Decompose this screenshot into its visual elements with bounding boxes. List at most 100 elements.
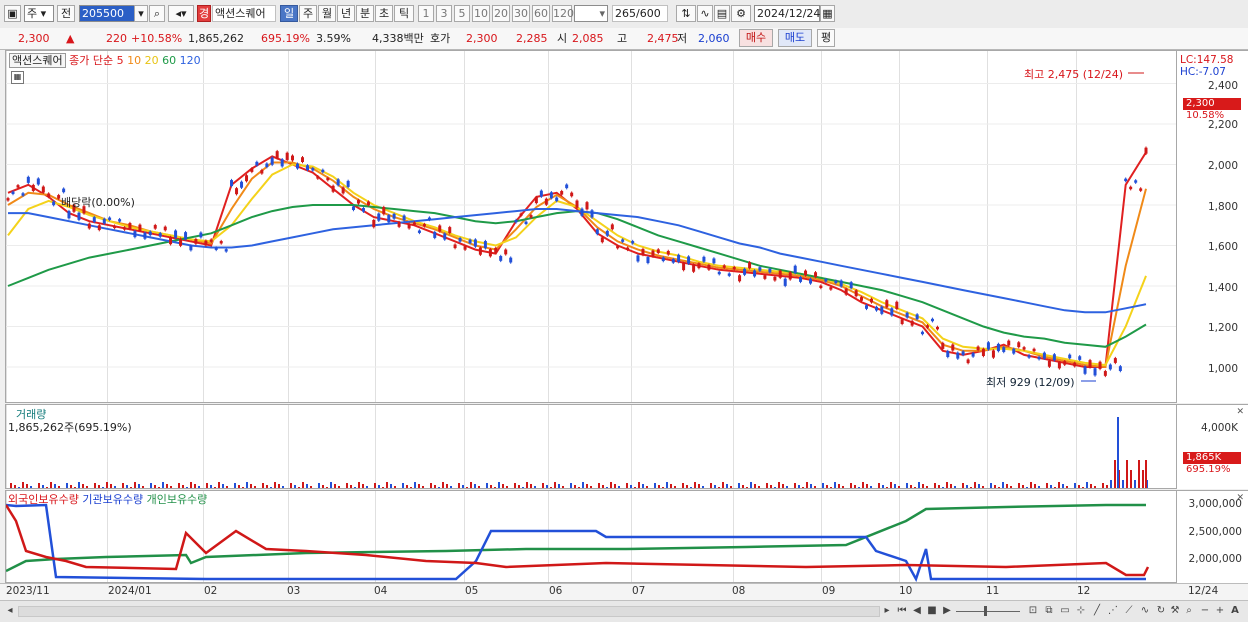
- volume-bar: [654, 483, 656, 488]
- volume-bar: [186, 487, 188, 488]
- zoom-in-icon[interactable]: +: [1213, 603, 1227, 619]
- period-year[interactable]: 년: [337, 5, 355, 22]
- volume-panel[interactable]: 거래량 1,865,262주(695.19%): [5, 404, 1177, 489]
- stock-warning-badge: 경: [197, 5, 211, 22]
- volume-bar: [518, 485, 520, 488]
- volume-bar: [562, 486, 564, 488]
- candle-body: [722, 265, 726, 268]
- zoom-out-icon[interactable]: −: [1198, 603, 1212, 619]
- candle-body: [646, 257, 650, 264]
- stock-name-field[interactable]: 액션스퀘어: [212, 5, 276, 22]
- speed-slider-thumb[interactable]: [984, 606, 987, 616]
- zoom-icon[interactable]: ⌕: [1182, 603, 1196, 619]
- candle-type-icon[interactable]: ⇅: [676, 5, 696, 22]
- count-field[interactable]: 265/600: [612, 5, 668, 22]
- wave-icon[interactable]: ∿: [1138, 603, 1152, 619]
- horizontal-scrollbar[interactable]: [18, 606, 880, 617]
- candle-body: [925, 325, 929, 328]
- candle-body: [321, 169, 325, 173]
- legend-stock-name[interactable]: 액션스퀘어: [9, 53, 66, 68]
- candle-body: [331, 185, 335, 192]
- ma-line-120: [8, 208, 1147, 314]
- volume-bar: [826, 485, 828, 488]
- volume-bar: [162, 482, 164, 488]
- buy-button[interactable]: 매수: [739, 29, 773, 47]
- period-month[interactable]: 월: [318, 5, 336, 22]
- volume-bar: [694, 482, 696, 488]
- candle-body: [219, 241, 223, 244]
- current-price: 2,300: [18, 32, 50, 45]
- candle-body: [565, 184, 569, 189]
- calendar-icon[interactable]: ▦: [820, 5, 835, 22]
- candle-body: [900, 319, 904, 325]
- window-split-icon[interactable]: ⧉: [1042, 603, 1056, 619]
- custom-interval-select[interactable]: ▾: [574, 5, 608, 22]
- volume-bar: [274, 482, 276, 488]
- prev-button[interactable]: 전: [57, 5, 75, 22]
- draw-fib-icon[interactable]: ⋰: [1106, 603, 1120, 619]
- volume-bar: [90, 488, 92, 489]
- interval-60[interactable]: 60: [532, 5, 550, 22]
- draw-line-icon[interactable]: ╱: [1090, 603, 1104, 619]
- code-dropdown-icon[interactable]: ▾: [134, 5, 148, 22]
- volume-bar: [218, 482, 220, 488]
- scroll-right-icon[interactable]: ▸: [881, 603, 893, 619]
- candle-body: [895, 301, 899, 309]
- interval-120[interactable]: 120: [552, 5, 574, 22]
- period-second[interactable]: 초: [375, 5, 393, 22]
- gear-icon[interactable]: ⚙: [731, 5, 751, 22]
- speed-slider[interactable]: [956, 611, 1020, 612]
- play-back-icon[interactable]: ◀: [911, 603, 923, 619]
- save-icon[interactable]: ▤: [714, 5, 730, 22]
- volume-bar: [602, 485, 604, 488]
- date-label-06: 06: [549, 585, 563, 597]
- zoom-fit-icon[interactable]: ⊡: [1026, 603, 1040, 619]
- indicator-icon[interactable]: ∿: [697, 5, 713, 22]
- candle-body: [245, 175, 249, 182]
- period-day[interactable]: 일: [280, 5, 298, 22]
- period-type-select[interactable]: 주 ▾: [24, 5, 54, 22]
- price-panel[interactable]: 액션스퀘어 종가 단순 5 10 20 60 120 ▦ 배당락(0.00%) …: [5, 50, 1177, 403]
- period-tick[interactable]: 틱: [394, 5, 414, 22]
- rewind-icon[interactable]: ⏮: [896, 603, 908, 619]
- candle-body: [1002, 347, 1006, 352]
- date-input[interactable]: 2024/12/24: [754, 5, 820, 22]
- tools-icon[interactable]: ⚒: [1168, 603, 1182, 619]
- flat-button[interactable]: 평: [817, 29, 835, 47]
- count-total: /600: [636, 7, 661, 20]
- sell-button[interactable]: 매도: [778, 29, 812, 47]
- period-minute[interactable]: 분: [356, 5, 374, 22]
- period-week[interactable]: 주: [299, 5, 317, 22]
- trend-icon[interactable]: ⟋: [1122, 603, 1136, 619]
- search-icon[interactable]: ⌕: [149, 5, 165, 22]
- interval-10[interactable]: 10: [472, 5, 490, 22]
- interval-20[interactable]: 20: [492, 5, 510, 22]
- font-size-icon[interactable]: A: [1228, 603, 1242, 619]
- interval-3[interactable]: 3: [436, 5, 452, 22]
- volume-bar: [138, 484, 140, 488]
- interval-30[interactable]: 30: [512, 5, 530, 22]
- table-toggle-icon[interactable]: ▦: [11, 71, 24, 84]
- window-menu-icon[interactable]: ▣: [4, 5, 21, 22]
- volume-bar: [798, 485, 800, 488]
- speaker-icon[interactable]: ◂▾: [168, 5, 194, 22]
- volume-panel-close-icon[interactable]: ✕: [1236, 407, 1244, 417]
- volume-bar: [1010, 486, 1012, 488]
- candle-body: [87, 223, 91, 229]
- volume-bar: [1117, 417, 1119, 488]
- holdings-panel[interactable]: 외국인보유수량 기관보유수량 개인보유수량: [5, 490, 1177, 583]
- crosshair-icon[interactable]: ⊹: [1074, 603, 1088, 619]
- candle-body: [31, 184, 35, 191]
- layout-icon[interactable]: ▭: [1058, 603, 1072, 619]
- play-icon[interactable]: ▶: [941, 603, 953, 619]
- scroll-left-icon[interactable]: ◂: [4, 603, 16, 619]
- interval-1[interactable]: 1: [418, 5, 434, 22]
- stock-code-input[interactable]: 205500: [79, 5, 135, 22]
- volume-bar: [678, 488, 680, 489]
- volume-bar: [178, 483, 180, 488]
- candle-body: [544, 198, 548, 205]
- interval-5[interactable]: 5: [454, 5, 470, 22]
- stop-icon[interactable]: ■: [926, 603, 938, 619]
- refresh-icon[interactable]: ↻: [1154, 603, 1168, 619]
- y-tick-2400: 2,400: [1207, 80, 1238, 92]
